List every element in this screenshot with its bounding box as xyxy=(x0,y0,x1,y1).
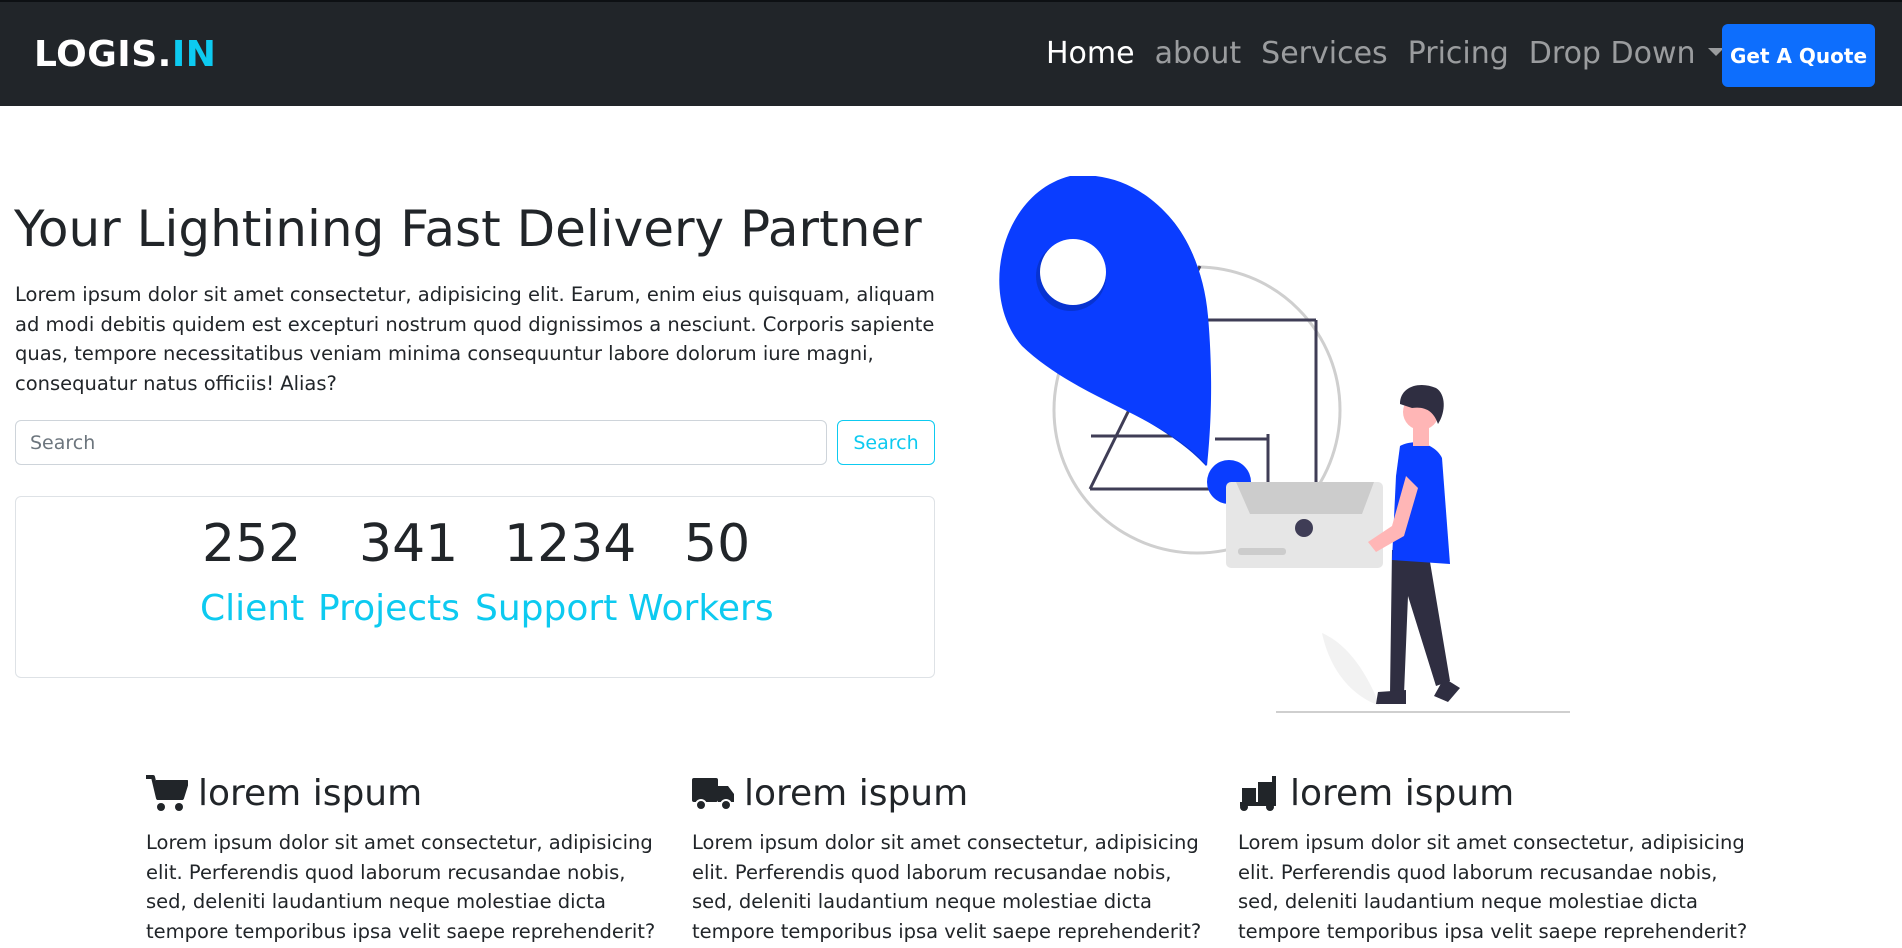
truck-icon xyxy=(692,778,734,811)
stat-client-label: Client xyxy=(200,588,305,629)
nav-dropdown-toggle[interactable]: Drop Down xyxy=(1529,36,1724,71)
stat-workers-number: 50 xyxy=(684,514,751,574)
brand-accent: IN xyxy=(171,34,217,75)
feature-card-3: lorem ispum Lorem ipsum dolor sit amet c… xyxy=(1238,770,1758,946)
stat-support-label: Support xyxy=(475,588,618,629)
nav-links: Home about Services Pricing Drop Down xyxy=(1046,36,1744,71)
stat-support-number: 1234 xyxy=(504,514,637,574)
delivery-illustration xyxy=(999,176,1570,713)
feature-card-1: lorem ispum Lorem ipsum dolor sit amet c… xyxy=(146,770,666,946)
feature-header: lorem ispum xyxy=(1238,770,1758,816)
search-button[interactable]: Search xyxy=(837,420,935,465)
stat-projects-number: 341 xyxy=(359,514,459,574)
feature-title: lorem ispum xyxy=(744,772,969,814)
feature-title: lorem ispum xyxy=(198,772,423,814)
hero-title: Your Lightining Fast Delivery Partner xyxy=(14,200,922,258)
stat-workers-label: Workers xyxy=(628,588,774,629)
feature-text: Lorem ipsum dolor sit amet consectetur, … xyxy=(1238,831,1748,943)
stat-projects-label: Projects xyxy=(318,588,460,629)
brand-logo[interactable]: LOGIS.IN xyxy=(34,34,216,75)
nav-home-link[interactable]: Home xyxy=(1046,36,1135,71)
nav-services-link[interactable]: Services xyxy=(1261,36,1388,71)
nav-about-link[interactable]: about xyxy=(1155,36,1242,71)
cart-icon xyxy=(146,775,188,811)
feature-header: lorem ispum xyxy=(146,770,666,816)
nav-pricing-link[interactable]: Pricing xyxy=(1408,36,1509,71)
feature-title: lorem ispum xyxy=(1290,772,1515,814)
stats-card xyxy=(15,496,935,678)
dolly-icon xyxy=(1240,776,1276,811)
feature-text: Lorem ipsum dolor sit amet consectetur, … xyxy=(692,831,1202,943)
feature-text: Lorem ipsum dolor sit amet consectetur, … xyxy=(146,831,656,943)
nav-dropdown-label: Drop Down xyxy=(1528,36,1696,71)
stat-client-number: 252 xyxy=(202,514,302,574)
feature-header: lorem ispum xyxy=(692,770,1212,816)
brand-name: LOGIS. xyxy=(34,34,172,75)
top-navbar: LOGIS.IN Home about Services Pricing Dro… xyxy=(0,0,1902,106)
get-quote-button[interactable]: Get A Quote xyxy=(1722,24,1875,87)
feature-card-2: lorem ispum Lorem ipsum dolor sit amet c… xyxy=(692,770,1212,946)
hero-description: Lorem ipsum dolor sit amet consectetur, … xyxy=(15,283,935,395)
search-input[interactable] xyxy=(15,420,827,465)
